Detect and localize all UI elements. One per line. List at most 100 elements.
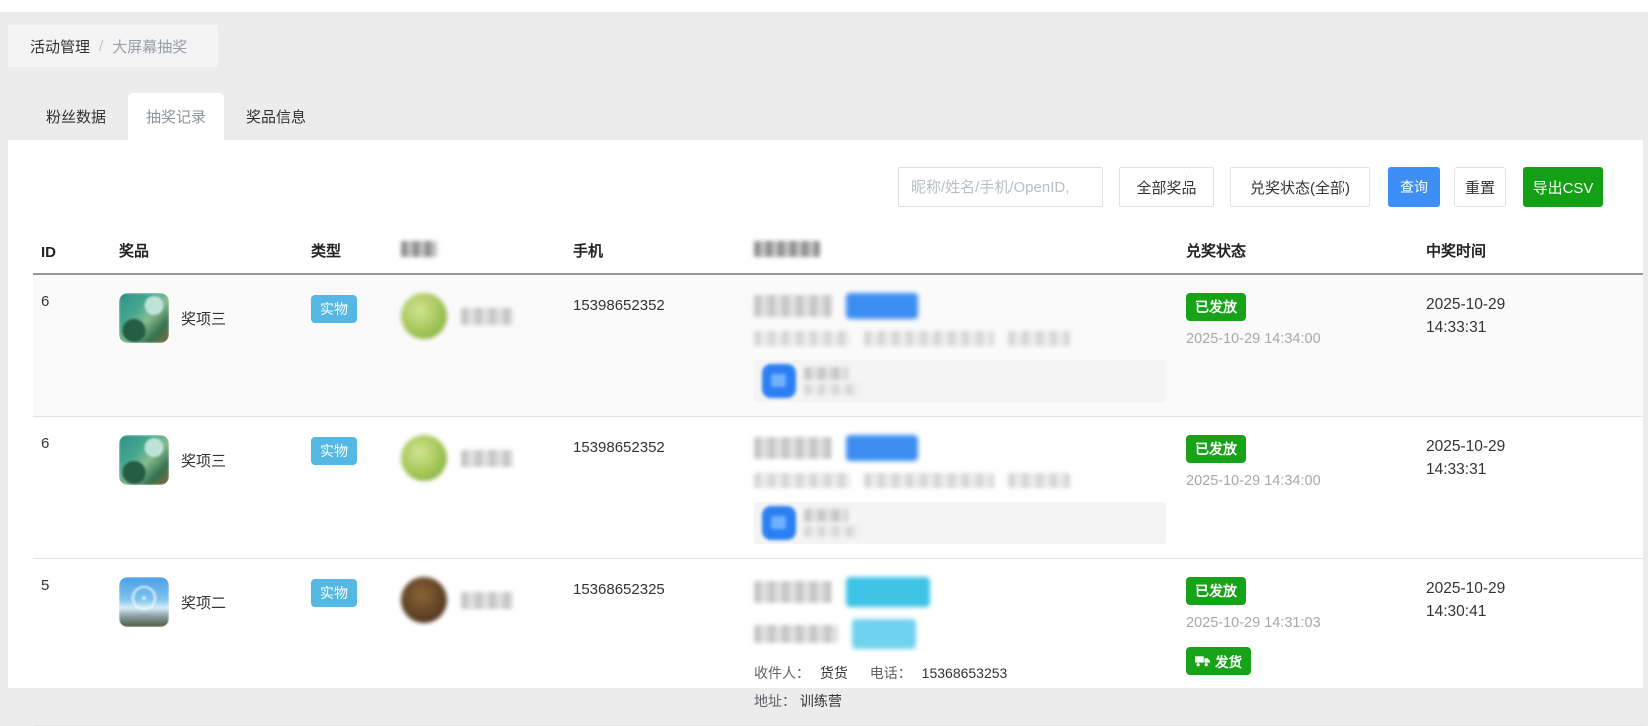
redacted-openid [754, 331, 850, 346]
header-phone: 手机 [565, 230, 746, 275]
redacted-openid [754, 473, 850, 488]
redacted-name [754, 295, 832, 317]
breadcrumb-parent[interactable]: 活动管理 [30, 36, 90, 57]
redacted-blue-badge [846, 293, 918, 319]
breadcrumb: 活动管理 / 大屏幕抽奖 [8, 25, 218, 67]
breadcrumb-current: 大屏幕抽奖 [112, 38, 188, 56]
prize-image [119, 577, 169, 627]
status-time: 2025-10-29 14:31:03 [1186, 615, 1321, 631]
prize-name: 奖项三 [181, 310, 227, 328]
cell-id: 6 [33, 274, 111, 417]
header-win-time: 中奖时间 [1418, 230, 1643, 275]
prize-select[interactable]: 全部奖品 [1119, 167, 1214, 207]
cell-id: 6 [33, 416, 111, 559]
receiver-phone: 15368653253 [921, 665, 1008, 681]
redacted-name [754, 437, 832, 459]
user-avatar [401, 293, 447, 339]
user-avatar [401, 577, 447, 623]
status-badge: 已发放 [1186, 293, 1246, 321]
tab-prize-info[interactable]: 奖品信息 [228, 93, 324, 140]
redacted-text [754, 625, 838, 643]
redacted-cyan-badge [846, 577, 930, 607]
cell-user [393, 558, 565, 726]
status-time: 2025-10-29 14:34:00 [1186, 331, 1321, 347]
type-badge: 实物 [311, 437, 357, 465]
header-id: ID [33, 230, 111, 275]
status-select[interactable]: 兑奖状态(全部) [1230, 167, 1370, 207]
tab-lottery-records[interactable]: 抽奖记录 [128, 93, 225, 140]
header-prize: 奖品 [111, 230, 303, 275]
redacted-subtext-2 [804, 384, 860, 395]
address-line: 地址： 训练营 [754, 691, 1170, 711]
prize-image [119, 293, 169, 343]
cell-redeem-status: 已发放 2025-10-29 14:31:03 发货 [1178, 558, 1418, 726]
tab-bar: 粉丝数据 抽奖记录 奖品信息 [8, 93, 1648, 140]
sub-record-box [754, 502, 1166, 544]
win-time: 2025-10-29 14:33:31 [1426, 438, 1506, 479]
redacted-nickname [461, 449, 513, 467]
redacted-subtext-2 [804, 526, 860, 537]
cell-redeem-status: 已发放 2025-10-29 14:34:00 [1178, 274, 1418, 417]
cell-type: 实物 [303, 274, 393, 417]
cell-redeem-status: 已发放 2025-10-29 14:34:00 [1178, 416, 1418, 559]
status-badge: 已发放 [1186, 435, 1246, 463]
search-input[interactable] [898, 167, 1103, 207]
cell-win-time: 2025-10-29 14:33:31 [1418, 274, 1643, 417]
redacted-nickname [461, 591, 513, 609]
header-user-redacted [393, 230, 565, 275]
cell-user [393, 416, 565, 559]
cell-type: 实物 [303, 416, 393, 559]
address-value: 训练营 [799, 693, 842, 709]
redacted-cyan-badge-small [852, 619, 916, 649]
prize-name: 奖项二 [181, 594, 227, 612]
redacted-subtext-1 [804, 367, 848, 380]
reset-button[interactable]: 重置 [1454, 167, 1506, 207]
status-time: 2025-10-29 14:34:00 [1186, 473, 1321, 489]
address-label: 地址： [754, 693, 796, 709]
receiver-line: 收件人： 货货 电话： 15368653253 [754, 663, 1170, 683]
profile-icon [762, 364, 796, 398]
records-table: ID 奖品 类型 手机 兑奖状态 中奖时间 6 奖项三 实物 153986523… [33, 230, 1643, 726]
cell-redeem-info [746, 416, 1178, 559]
user-avatar [401, 435, 447, 481]
cell-win-time: 2025-10-29 14:30:41 [1418, 558, 1643, 726]
prize-select-value: 全部奖品 [1136, 179, 1197, 197]
cell-redeem-info: 收件人： 货货 电话： 15368653253 地址： 训练营 [746, 558, 1178, 726]
status-badge: 已发放 [1186, 577, 1246, 605]
cell-user [393, 274, 565, 417]
ship-button[interactable]: 发货 [1186, 647, 1251, 675]
table-row[interactable]: 6 奖项三 实物 15398652352 已发放 2025-10-29 14:3… [33, 274, 1643, 417]
export-csv-button[interactable]: 导出CSV [1523, 167, 1603, 207]
tab-fans-data[interactable]: 粉丝数据 [28, 93, 124, 140]
table-row[interactable]: 5 奖项二 实物 15368652325 收件人： 货货 电话： 1536865… [33, 558, 1643, 726]
redacted-name [754, 581, 832, 603]
table-header-row: ID 奖品 类型 手机 兑奖状态 中奖时间 [33, 230, 1643, 275]
receiver-name: 货货 [819, 665, 848, 681]
content-panel: 全部奖品 兑奖状态(全部) 查询 重置 导出CSV ID 奖品 类型 手机 兑奖… [8, 140, 1643, 726]
header-type: 类型 [303, 230, 393, 275]
cell-phone: 15368652325 [565, 558, 746, 726]
redacted-nickname [461, 307, 513, 325]
phone-label: 电话： [869, 665, 912, 681]
cell-win-time: 2025-10-29 14:33:31 [1418, 416, 1643, 559]
top-strip [0, 0, 1648, 12]
header-redeem-status: 兑奖状态 [1178, 230, 1418, 275]
status-select-value: 兑奖状态(全部) [1250, 179, 1350, 197]
type-badge: 实物 [311, 295, 357, 323]
redacted-time [1008, 331, 1070, 346]
cell-id: 5 [33, 558, 111, 726]
prize-name: 奖项三 [181, 452, 227, 470]
filter-bar: 全部奖品 兑奖状态(全部) 查询 重置 导出CSV [898, 167, 1603, 207]
type-badge: 实物 [311, 579, 357, 607]
sub-record-box [754, 360, 1166, 402]
prize-image [119, 435, 169, 485]
receiver-label: 收件人： [754, 665, 810, 681]
truck-icon [1195, 656, 1210, 667]
cell-prize: 奖项三 [111, 416, 303, 559]
win-time: 2025-10-29 14:33:31 [1426, 296, 1506, 337]
redacted-date [864, 473, 994, 488]
table-row[interactable]: 6 奖项三 实物 15398652352 已发放 2025-10-29 14:3… [33, 416, 1643, 559]
cell-prize: 奖项二 [111, 558, 303, 726]
cell-type: 实物 [303, 558, 393, 726]
query-button[interactable]: 查询 [1388, 167, 1440, 207]
